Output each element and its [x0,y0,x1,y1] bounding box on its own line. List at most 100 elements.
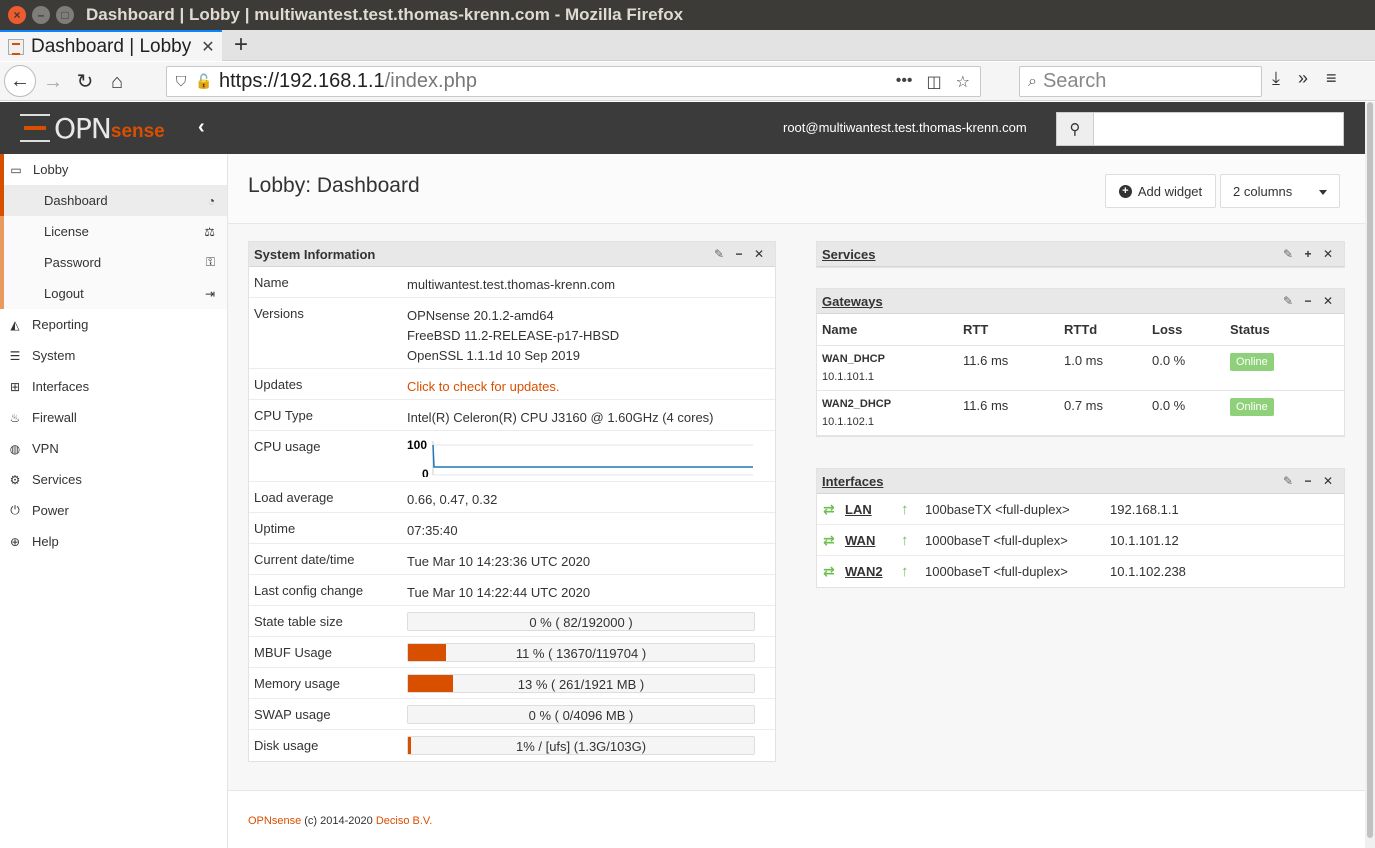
sidebar-item-services[interactable]: ⚙ Services [0,464,227,495]
sitemap-icon: ⊞ [9,379,21,394]
cog-icon: ⚙ [9,472,21,487]
bookmark-star-icon[interactable]: ☆ [956,72,970,92]
sidebar-subitem-logout[interactable]: Logout ⇥ [0,278,227,309]
arrow-up-icon: ↑ [901,500,909,518]
downloads-icon[interactable]: ⤓ [1272,68,1280,89]
sidebar-item-system[interactable]: ☰ System [0,340,227,371]
sysinfo-row-datetime: Current date/time Tue Mar 10 14:23:36 UT… [249,544,775,575]
gateways-widget-title-link[interactable]: Gateways [822,294,1282,309]
table-row: WAN2_DHCP 10.1.102.1 11.6 ms 0.7 ms 0.0 %… [817,390,1344,436]
window-maximize-button[interactable]: □ [56,6,74,24]
progress-text: 0 % ( 0/4096 MB ) [528,708,634,723]
menu-search: ⚲ [1056,112,1344,146]
browser-tab[interactable]: Dashboard | Lobby ✕ [0,30,222,61]
interface-link-wan2[interactable]: WAN2 [845,564,901,579]
interfaces-widget: Interfaces ✎ − ✕ ⇄ LAN ↑ 100baseTX <full… [816,468,1345,588]
sidebar-subitem-dashboard[interactable]: Dashboard ◔ [0,185,227,216]
menu-search-input[interactable] [1094,112,1344,146]
sysinfo-row-cputype: CPU Type Intel(R) Celeron(R) CPU J3160 @… [249,400,775,431]
interface-link-wan[interactable]: WAN [845,533,901,548]
minimize-icon[interactable]: − [1302,294,1314,308]
url-bar[interactable]: ⛉ 🔓 https://192.168.1.1/index.php ••• ◫ … [166,66,981,97]
sysinfo-row-updates: Updates Click to check for updates. [249,369,775,400]
services-widget-title-link[interactable]: Services [822,247,1282,262]
close-icon[interactable]: ✕ [1322,474,1334,488]
window-minimize-button[interactable]: – [32,6,50,24]
progress-bar: 0 % ( 0/4096 MB ) [407,705,755,724]
sidebar-item-firewall[interactable]: ♨ Firewall [0,402,227,433]
close-icon[interactable]: ✕ [753,247,765,261]
user-label[interactable]: root@multiwantest.test.thomas-krenn.com [783,120,1027,135]
window-title: Dashboard | Lobby | multiwantest.test.th… [86,5,684,24]
opnsense-logo[interactable]: OPN sense [20,112,165,145]
browser-search-input[interactable]: ⌕ Search [1019,66,1262,97]
tracking-shield-icon[interactable]: ⛉ [167,73,195,90]
sidebar-item-reporting[interactable]: ◭ Reporting [0,309,227,340]
reload-button[interactable]: ↻ [70,67,100,97]
add-widget-button[interactable]: + Add widget [1105,174,1216,208]
widget-header: System Information ✎ − ✕ [249,242,775,267]
back-button[interactable]: ← [4,65,36,97]
page-actions-icon[interactable]: ••• [896,72,913,92]
pencil-icon[interactable]: ✎ [1282,474,1294,488]
minimize-icon[interactable]: − [1302,474,1314,488]
progress-text: 0 % ( 82/192000 ) [529,615,633,630]
new-tab-button[interactable]: + [230,31,252,59]
overflow-icon[interactable]: » [1298,68,1308,89]
check-updates-link[interactable]: Click to check for updates. [407,379,559,394]
sidebar-item-power[interactable]: ⏻ Power [0,495,227,526]
favicon-icon [8,38,24,55]
pencil-icon[interactable]: ✎ [1282,294,1294,308]
progress-bar: 13 % ( 261/1921 MB ) [407,674,755,693]
sidebar-item-help[interactable]: ⊕ Help [0,526,227,557]
cpu-usage-chart: 100 0 [407,438,753,481]
sysinfo-row-bar: State table size 0 % ( 82/192000 ) [249,606,775,637]
app-topbar: OPN sense ‹ root@multiwantest.test.thoma… [0,102,1365,154]
tab-title: Dashboard | Lobby [31,35,192,57]
insecure-lock-icon[interactable]: 🔓 [195,73,213,90]
close-icon[interactable]: ✕ [1322,247,1334,261]
status-badge: Online [1230,397,1274,416]
progress-bar: 11 % ( 13670/119704 ) [407,643,755,662]
life-ring-icon: ⊕ [9,534,21,549]
interfaces-widget-title-link[interactable]: Interfaces [822,474,1282,489]
window-close-button[interactable]: × [8,6,26,24]
sidebar-item-lobby[interactable]: ▭ Lobby [0,154,227,185]
key-icon: ⚿ [205,255,215,269]
hamburger-menu-icon[interactable]: ≡ [1326,68,1337,89]
plug-icon: ⏻ [10,503,20,517]
column-header: Status [1225,314,1344,346]
pocket-icon[interactable]: ◫ [927,72,942,92]
services-widget: Services ✎ + ✕ [816,241,1345,268]
sidebar-item-interfaces[interactable]: ⊞ Interfaces [0,371,227,402]
sidebar-item-vpn[interactable]: ◍ VPN [0,433,227,464]
pencil-icon[interactable]: ✎ [1282,247,1294,261]
page-header: Lobby: Dashboard + Add widget 2 columns [228,154,1365,224]
exchange-icon: ⇄ [823,531,835,548]
footer-opnsense-link[interactable]: OPNsense [248,815,301,827]
footer-deciso-link[interactable]: Deciso B.V. [376,815,432,827]
url-text[interactable]: https://192.168.1.1/index.php [213,70,896,93]
page-scrollbar[interactable] [1365,102,1375,848]
sidebar-subitem-license[interactable]: License ⚖ [0,216,227,247]
column-header: Name [817,314,958,346]
sidebar-subitem-password[interactable]: Password ⚿ [0,247,227,278]
interface-link-lan[interactable]: LAN [845,502,901,517]
widget-header: Services ✎ + ✕ [817,242,1344,267]
home-button[interactable]: ⌂ [102,67,132,97]
scrollbar-thumb[interactable] [1367,102,1373,838]
sysinfo-row-bar: Disk usage 1% / [ufs] (1.3G/103G) [249,730,775,761]
pencil-icon[interactable]: ✎ [713,247,725,261]
sysinfo-row-bar: MBUF Usage 11 % ( 13670/119704 ) [249,637,775,668]
columns-select[interactable]: 2 columns [1220,174,1340,208]
forward-button[interactable]: → [38,67,68,97]
close-icon[interactable]: ✕ [1322,294,1334,308]
menu-search-icon[interactable]: ⚲ [1056,112,1094,146]
tab-close-icon[interactable]: ✕ [198,37,218,57]
dashboard-icon: ◔ [207,193,215,208]
progress-bar: 1% / [ufs] (1.3G/103G) [407,736,755,755]
plus-icon[interactable]: + [1302,247,1314,261]
minimize-icon[interactable]: − [733,247,745,261]
interface-row: ⇄ WAN ↑ 1000baseT <full-duplex> 10.1.101… [817,525,1344,556]
sidebar-collapse-icon[interactable]: ‹ [198,116,205,139]
